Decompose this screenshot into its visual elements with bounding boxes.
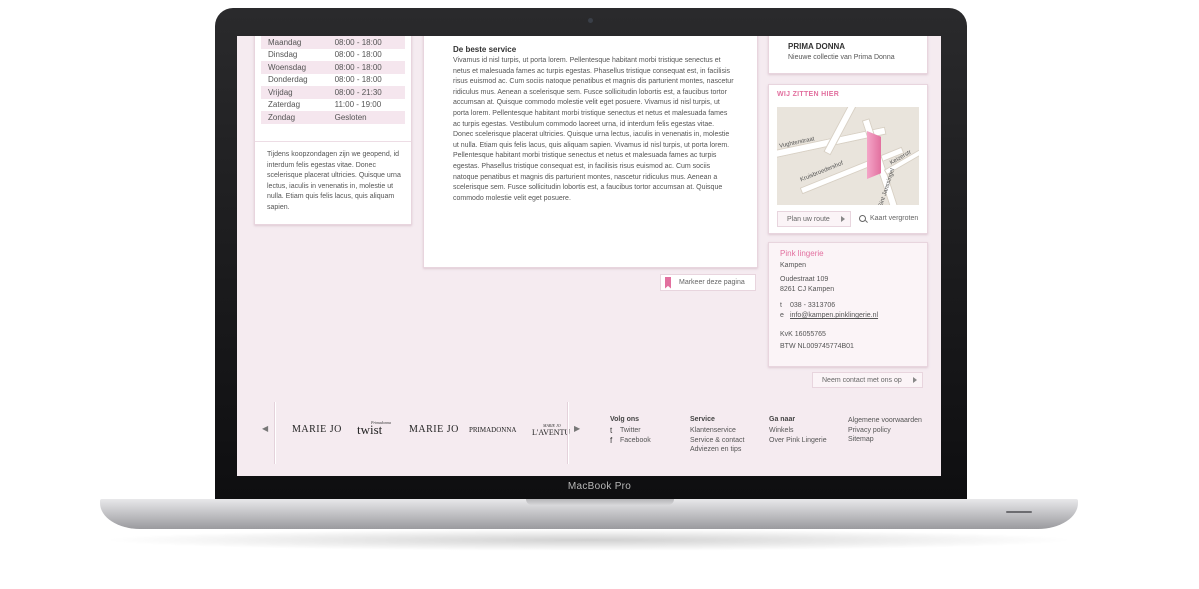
phone-row: t 038 - 3313706 xyxy=(780,302,835,309)
screen: Maandag 08:00 - 18:00 Dinsdag 08:00 - 18:0… xyxy=(237,36,941,476)
footer-heading: Service xyxy=(690,416,715,423)
phone-number: 038 - 3313706 xyxy=(790,302,836,309)
map-panel: WIJ ZITTEN HIER Vughterstraat Kruisbroed… xyxy=(768,84,928,234)
hours-note: Tijdens koopzondagen zijn we geopend, id… xyxy=(267,151,401,211)
store-address-2: 8261 CJ Kampen xyxy=(780,286,835,293)
table-row: Donderdag 08:00 - 18:00 xyxy=(261,74,405,87)
footer-link[interactable]: Adviezen en tips xyxy=(690,445,744,455)
footer-heading: Volg ons xyxy=(610,416,640,423)
brand-logo-twist[interactable]: twist xyxy=(357,422,382,438)
phone-label: t xyxy=(780,302,782,309)
map-pin-icon xyxy=(867,131,881,179)
prima-donna-teaser[interactable]: PRIMA DONNA Nieuwe collectie van Prima D… xyxy=(768,36,928,74)
bookmark-button[interactable]: Markeer deze pagina xyxy=(660,274,756,291)
twitter-label: Twitter xyxy=(620,427,641,434)
store-address-1: Oudestraat 109 xyxy=(780,276,829,283)
teaser-subtitle: Nieuwe collectie van Prima Donna xyxy=(788,54,895,61)
hours-day: Dinsdag xyxy=(268,50,298,60)
carousel-prev-icon[interactable]: ◀ xyxy=(262,424,268,433)
laptop-shadow xyxy=(100,529,1078,551)
footer-link[interactable]: Over Pink Lingerie xyxy=(769,436,827,446)
table-row: Zaterdag 11:00 - 19:00 xyxy=(261,99,405,112)
footer-link[interactable]: Algemene voorwaarden xyxy=(848,416,922,426)
table-row: Zondag Gesloten xyxy=(261,111,405,124)
email-label: e xyxy=(780,312,784,319)
arrow-right-icon xyxy=(841,216,845,222)
hours-day: Donderdag xyxy=(268,75,308,85)
divider xyxy=(255,141,411,142)
laptop-notch xyxy=(526,499,674,505)
camera-icon xyxy=(588,18,593,23)
location-map[interactable]: Vughterstraat Kruisbroedershof Keizerstr… xyxy=(777,107,919,205)
table-row: Vrijdag 08:00 - 21:30 xyxy=(261,86,405,99)
hours-day: Zaterdag xyxy=(268,100,301,110)
device-label: MacBook Pro xyxy=(567,481,632,492)
hours-day: Vrijdag xyxy=(261,86,328,99)
teaser-title: PRIMA DONNA xyxy=(788,42,846,51)
opening-hours-panel: Maandag 08:00 - 18:00 Dinsdag 08:00 - 18:0… xyxy=(254,36,412,225)
contact-button-label: Neem contact met ons op xyxy=(822,376,902,384)
table-row: Woensdag 08:00 - 18:00 xyxy=(261,61,405,74)
footer-goto-column: Ga naar Winkels Over Pink Lingerie xyxy=(769,416,827,445)
table-row: Dinsdag 08:00 - 18:00 xyxy=(261,49,405,62)
hours-time: 08:00 - 18:00 xyxy=(334,75,382,85)
footer-service-column: Service Klantenservice Service & contact… xyxy=(690,416,744,455)
bookmark-label: Markeer deze pagina xyxy=(679,279,745,286)
hours-time: 08:00 - 18:00 xyxy=(327,61,405,74)
store-name: Pink lingerie xyxy=(780,249,824,258)
laptop-slot xyxy=(1006,511,1032,513)
search-icon xyxy=(859,215,866,222)
contact-us-button[interactable]: Neem contact met ons op xyxy=(812,372,923,388)
content-title: De beste service xyxy=(453,45,517,54)
brand-logo-marie-jo[interactable]: MARIE JO xyxy=(409,424,459,435)
footer-link[interactable]: Service & contact xyxy=(690,436,744,446)
facebook-icon: f xyxy=(610,435,613,445)
opening-hours-table: Maandag 08:00 - 18:00 Dinsdag 08:00 - 18:0… xyxy=(261,36,405,124)
footer-legal-column: Algemene voorwaarden Privacy policy Site… xyxy=(848,416,922,445)
stage: Maandag 08:00 - 18:00 Dinsdag 08:00 - 18:0… xyxy=(0,0,1199,589)
hours-day: Woensdag xyxy=(261,61,328,74)
divider xyxy=(567,402,568,464)
hours-time: 08:00 - 18:00 xyxy=(334,50,382,60)
bookmark-icon xyxy=(665,276,671,289)
hours-time: 08:00 - 18:00 xyxy=(327,36,405,49)
hours-time: 11:00 - 19:00 xyxy=(334,100,382,110)
footer-follow-column: Volg ons t Twitter f Facebook xyxy=(610,416,651,445)
store-city: Kampen xyxy=(780,262,807,269)
facebook-link[interactable]: f Facebook xyxy=(610,436,651,446)
twitter-link[interactable]: t Twitter xyxy=(610,426,651,436)
plan-route-button[interactable]: Plan uw route xyxy=(777,211,851,227)
hours-day: Zondag xyxy=(261,111,328,124)
content-body: Vivamus id nisl turpis, ut porta lorem. … xyxy=(453,57,734,202)
btw-number: BTW NL009745774B01 xyxy=(780,343,854,350)
brand-logo-marie-jo[interactable]: MARIE JO xyxy=(292,424,342,435)
divider xyxy=(274,402,275,464)
brand-logo-primadonna[interactable]: PRIMADONNA xyxy=(469,426,516,434)
carousel-next-icon[interactable]: ▶ xyxy=(574,424,580,433)
hours-time: Gesloten xyxy=(327,111,405,124)
arrow-right-icon xyxy=(913,377,917,383)
hours-day: Maandag xyxy=(261,36,328,49)
brand-logo-aventure[interactable]: L'AVENTU xyxy=(532,428,570,437)
route-label: Plan uw route xyxy=(787,215,830,223)
kvk-number: KvK 16055765 xyxy=(780,331,826,338)
content-panel: De beste service Vivamus id nisl turpis,… xyxy=(423,36,758,268)
footer-link[interactable]: Winkels xyxy=(769,426,827,436)
email-row: e info@kampen.pinklingerie.nl xyxy=(780,312,878,319)
facebook-label: Facebook xyxy=(620,436,651,444)
map-street xyxy=(823,107,859,156)
footer-link[interactable]: Sitemap xyxy=(848,435,922,445)
footer-link[interactable]: Klantenservice xyxy=(690,426,744,436)
footer-link[interactable]: Privacy policy xyxy=(848,426,922,436)
enlarge-map-link[interactable]: Kaart vergroten xyxy=(859,215,918,222)
email-link[interactable]: info@kampen.pinklingerie.nl xyxy=(790,312,878,319)
twitter-icon: t xyxy=(610,426,613,435)
contact-panel: Pink lingerie Kampen Oudestraat 109 8261… xyxy=(768,242,928,367)
zoom-label: Kaart vergroten xyxy=(870,215,919,222)
footer-heading: Ga naar xyxy=(769,416,796,423)
hours-time: 08:00 - 21:30 xyxy=(327,86,405,99)
footer: ◀ MARIE JO Primadonna twist MARIE JO PRI… xyxy=(237,398,941,476)
map-heading: WIJ ZITTEN HIER xyxy=(777,91,840,98)
table-row: Maandag 08:00 - 18:00 xyxy=(261,36,405,49)
